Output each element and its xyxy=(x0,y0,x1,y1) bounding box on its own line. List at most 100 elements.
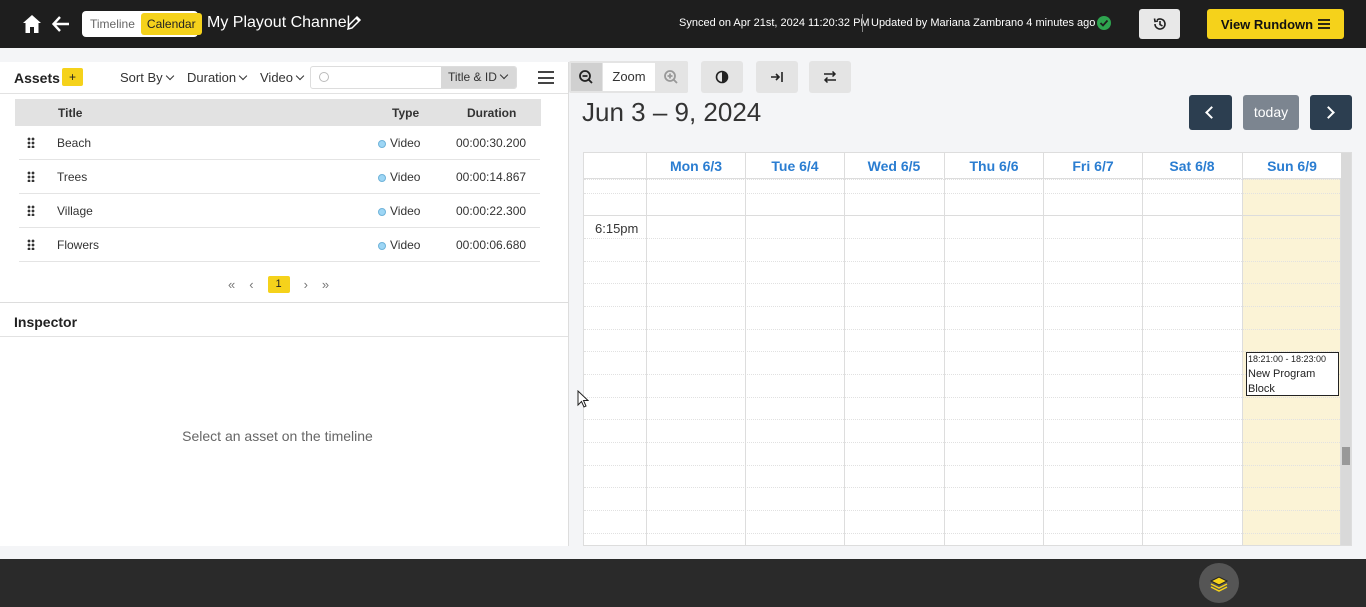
duration-filter-label: Duration xyxy=(187,70,237,85)
column-type[interactable]: Type xyxy=(392,106,419,120)
view-rundown-button[interactable]: View Rundown xyxy=(1207,9,1344,39)
jump-to-button[interactable] xyxy=(756,61,798,93)
table-row[interactable]: Flowers Video 00:00:06.680 xyxy=(19,228,540,262)
table-row[interactable]: Trees Video 00:00:14.867 xyxy=(19,160,540,194)
chevron-down-icon xyxy=(165,71,174,81)
day-header[interactable]: Sun 6/9 xyxy=(1242,153,1341,179)
today-button[interactable]: today xyxy=(1243,95,1299,130)
tab-timeline[interactable]: Timeline xyxy=(84,13,141,35)
last-page-button[interactable]: » xyxy=(322,277,329,292)
drag-handle-icon[interactable] xyxy=(27,239,35,250)
video-type-icon xyxy=(378,208,386,216)
day-column[interactable] xyxy=(944,179,1043,545)
home-icon[interactable] xyxy=(22,14,42,34)
day-header[interactable]: Wed 6/5 xyxy=(844,153,943,179)
swap-arrows-icon xyxy=(823,70,837,84)
chevron-down-icon xyxy=(295,71,305,81)
calendar-grid: Mon 6/3 Tue 6/4 Wed 6/5 Thu 6/6 Fri 6/7 … xyxy=(583,152,1352,546)
asset-type: Video xyxy=(378,238,420,252)
pencil-icon[interactable] xyxy=(346,15,362,31)
asset-duration: 00:00:22.300 xyxy=(456,204,527,218)
channel-title: My Playout Channel xyxy=(207,14,351,31)
type-dropdown[interactable]: Video xyxy=(260,70,305,85)
prev-week-button[interactable] xyxy=(1189,95,1232,130)
table-row[interactable]: Beach Video 00:00:30.200 xyxy=(19,126,540,160)
chevron-left-icon xyxy=(1205,106,1218,119)
day-header[interactable]: Fri 6/7 xyxy=(1043,153,1142,179)
search-scope-dropdown[interactable]: Title & ID xyxy=(441,67,516,88)
chevron-right-icon xyxy=(1322,106,1335,119)
video-type-icon xyxy=(378,242,386,250)
updated-by-text: Updated by Mariana Zambrano 4 minutes ag… xyxy=(871,17,1096,29)
inspector-header: Inspector xyxy=(0,302,568,337)
search-scope-label: Title & ID xyxy=(448,70,497,84)
day-header[interactable]: Tue 6/4 xyxy=(745,153,844,179)
inspector-title: Inspector xyxy=(14,314,78,330)
type-filter-label: Video xyxy=(260,70,294,85)
current-page[interactable]: 1 xyxy=(267,276,290,293)
day-column[interactable] xyxy=(1043,179,1142,545)
next-page-button[interactable]: › xyxy=(304,277,308,292)
asset-type: Video xyxy=(378,204,420,218)
zoom-out-icon xyxy=(579,70,593,84)
chevron-down-icon xyxy=(499,70,509,80)
day-column[interactable] xyxy=(646,179,745,545)
history-button[interactable] xyxy=(1139,9,1180,39)
stack-layers-icon xyxy=(1209,576,1229,592)
search-input[interactable] xyxy=(335,68,439,87)
time-gutter-header xyxy=(584,153,646,179)
add-asset-button[interactable]: + xyxy=(62,68,83,86)
asset-type-label: Video xyxy=(390,238,421,252)
day-column[interactable] xyxy=(844,179,943,545)
calendar-scrollbar[interactable] xyxy=(1341,153,1351,545)
stack-button[interactable] xyxy=(1199,563,1239,603)
zoom-out-button[interactable] xyxy=(571,63,602,91)
assets-title: Assets xyxy=(14,70,60,86)
day-header[interactable]: Thu 6/6 xyxy=(944,153,1043,179)
drag-handle-icon[interactable] xyxy=(27,137,35,148)
tab-calendar[interactable]: Calendar xyxy=(140,13,202,35)
asset-duration: 00:00:30.200 xyxy=(456,136,527,150)
asset-table: Title Type Duration Beach Video 00:00:30… xyxy=(15,99,541,262)
day-header[interactable]: Mon 6/3 xyxy=(646,153,745,179)
next-week-button[interactable] xyxy=(1310,95,1352,130)
sort-by-dropdown[interactable]: Sort By xyxy=(120,70,174,85)
video-type-icon xyxy=(378,140,386,148)
asset-title: Flowers xyxy=(57,238,100,252)
asset-title: Village xyxy=(57,204,93,218)
calendar-range-title: Jun 3 – 9, 2024 xyxy=(582,97,762,127)
asset-type-label: Video xyxy=(390,136,421,150)
time-slot-label: 6:15pm xyxy=(595,221,639,236)
day-header[interactable]: Sat 6/8 xyxy=(1142,153,1241,179)
chevron-down-icon xyxy=(238,71,248,81)
duration-dropdown[interactable]: Duration xyxy=(187,70,248,85)
arrow-to-line-icon xyxy=(771,72,783,82)
asset-duration: 00:00:14.867 xyxy=(456,170,527,184)
program-block-event[interactable]: 18:21:00 - 18:23:00 New Program Block xyxy=(1246,352,1339,396)
sync-status: Synced on Apr 21st, 2024 11:20:32 PM xyxy=(679,17,870,29)
drag-handle-icon[interactable] xyxy=(27,171,35,182)
zoom-in-icon xyxy=(664,70,678,84)
table-row[interactable]: Village Video 00:00:22.300 xyxy=(19,194,540,228)
day-column[interactable] xyxy=(1142,179,1241,545)
day-column[interactable] xyxy=(745,179,844,545)
column-duration[interactable]: Duration xyxy=(467,106,516,120)
contrast-button[interactable] xyxy=(701,61,743,93)
bottom-bar xyxy=(0,559,1366,607)
first-page-button[interactable]: « xyxy=(228,277,235,292)
video-type-icon xyxy=(378,174,386,182)
column-title[interactable]: Title xyxy=(58,106,82,120)
swap-button[interactable] xyxy=(809,61,851,93)
scrollbar-thumb[interactable] xyxy=(1342,447,1350,465)
back-arrow-icon[interactable] xyxy=(52,14,70,34)
zoom-control: Zoom xyxy=(569,61,688,93)
hamburger-menu-icon[interactable] xyxy=(538,71,554,84)
sort-by-label: Sort By xyxy=(120,70,163,85)
event-title: New Program Block xyxy=(1248,368,1316,395)
asset-type: Video xyxy=(378,136,420,150)
drag-handle-icon[interactable] xyxy=(27,205,35,216)
prev-page-button[interactable]: ‹ xyxy=(249,277,253,292)
table-header: Title Type Duration xyxy=(15,99,541,126)
zoom-in-button[interactable] xyxy=(657,63,686,91)
view-rundown-label: View Rundown xyxy=(1220,16,1314,32)
